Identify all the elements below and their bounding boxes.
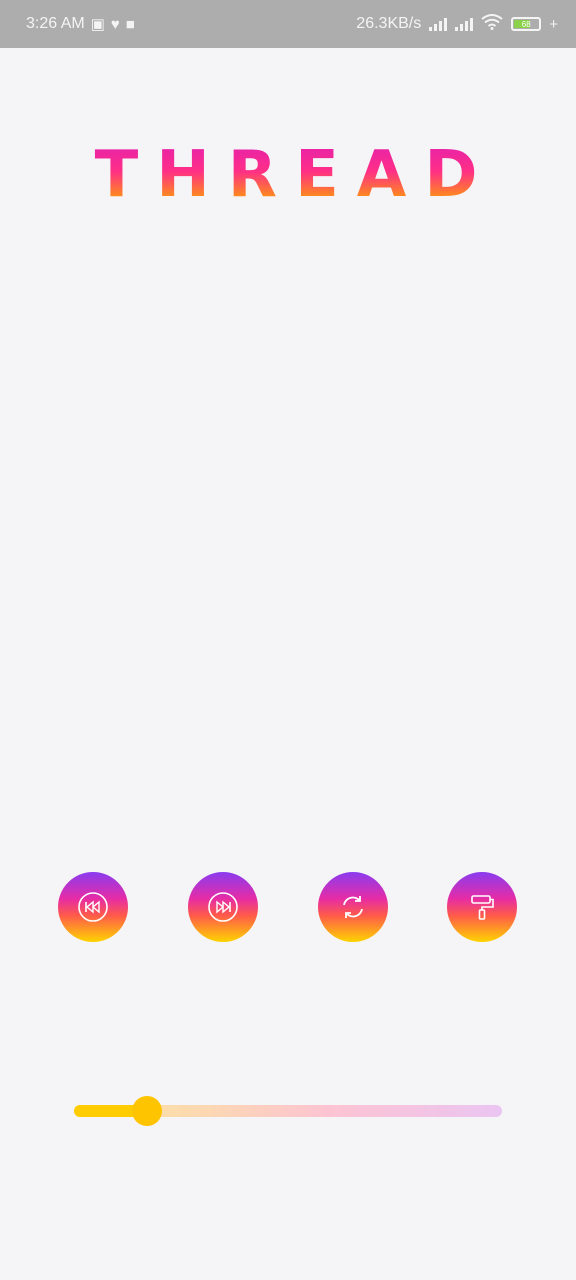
wifi-icon <box>481 13 503 35</box>
slider-thumb[interactable] <box>132 1096 162 1126</box>
battery-icon: 68 <box>511 17 542 31</box>
paint-roller-button[interactable] <box>447 872 517 942</box>
control-bar <box>0 872 576 942</box>
status-bar-left: 3:26 AM ▣ ♥ ■ <box>26 0 135 48</box>
refresh-button[interactable] <box>318 872 388 942</box>
battery-level: 68 <box>521 19 531 29</box>
heart-icon: ♥ <box>110 15 120 33</box>
rewind-icon <box>78 892 108 922</box>
status-bar-right: 26.3KB/s 68 + <box>356 0 558 48</box>
signal-icon <box>455 17 474 31</box>
status-bar: 3:26 AM ▣ ♥ ■ 26.3KB/s 68 + <box>0 0 576 48</box>
progress-slider[interactable] <box>74 1096 502 1126</box>
app-title: THREAD <box>0 138 576 212</box>
signal-icon <box>429 17 448 31</box>
rewind-button[interactable] <box>58 872 128 942</box>
fast-forward-button[interactable] <box>188 872 258 942</box>
refresh-icon <box>343 896 363 918</box>
network-speed: 26.3KB/s <box>356 15 422 32</box>
paint-roller-icon <box>471 895 494 920</box>
screenshot-icon: ▣ <box>90 16 105 33</box>
status-time: 3:26 AM <box>26 15 85 32</box>
fast-forward-icon <box>208 892 238 922</box>
video-icon: ■ <box>125 15 135 33</box>
charging-icon: + <box>549 15 558 33</box>
